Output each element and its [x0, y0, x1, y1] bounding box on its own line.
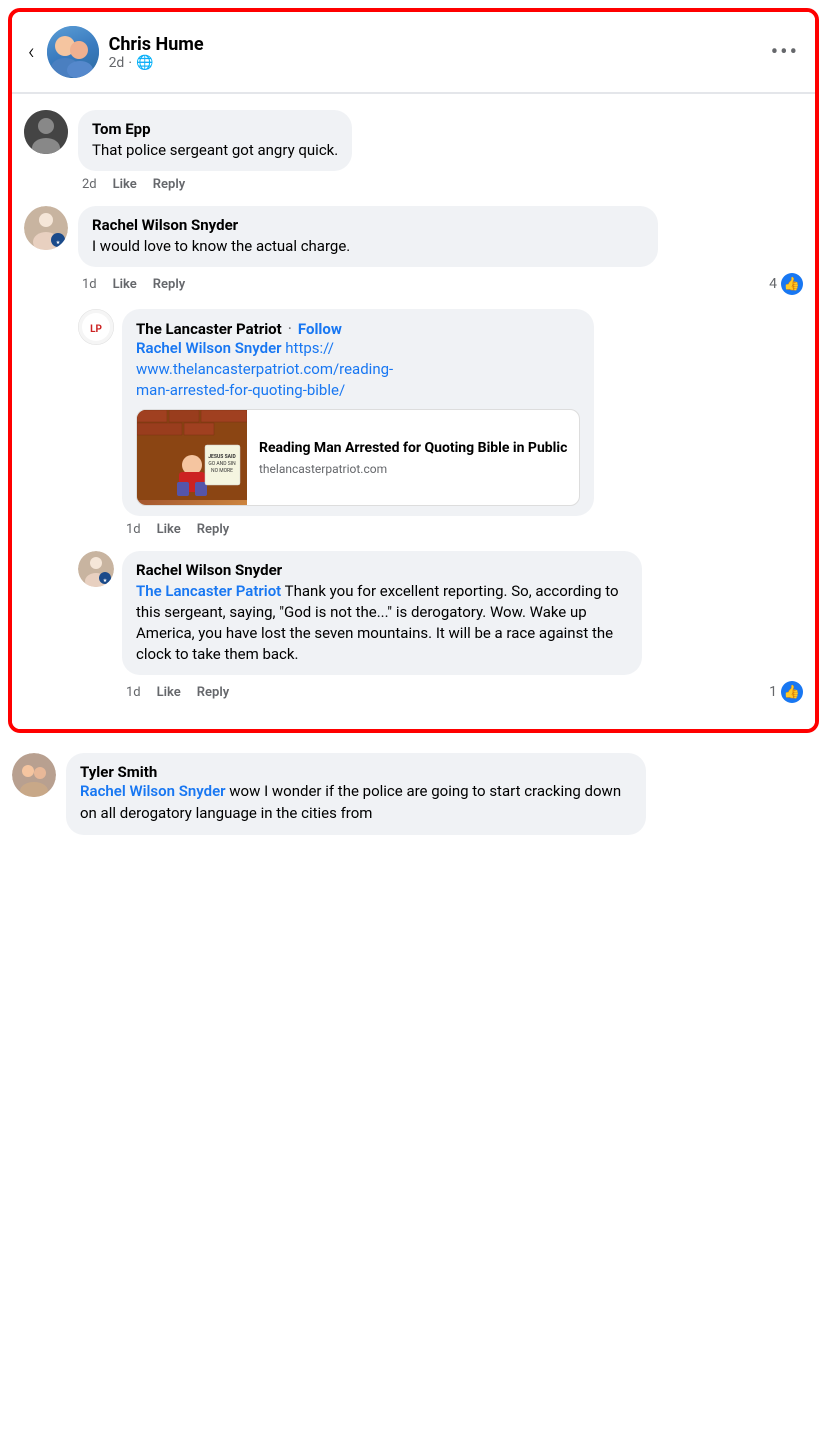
- comment-actions: 2d Like Reply: [78, 177, 352, 192]
- comment-bubble: Tom Epp That police sergeant got angry q…: [78, 110, 352, 171]
- comment-author: Rachel Wilson Snyder: [136, 561, 628, 579]
- header-info: Chris Hume 2d · 🌐: [109, 34, 771, 71]
- comment-time: 1d: [126, 685, 141, 700]
- like-button[interactable]: Like: [157, 685, 181, 700]
- comment-author: Tom Epp: [92, 120, 338, 138]
- comment-bubble: Tyler Smith Rachel Wilson Snyder wow I w…: [66, 753, 646, 835]
- comment-author: Tyler Smith: [80, 763, 632, 781]
- comment-author: The Lancaster Patriot: [136, 320, 282, 338]
- post-meta: 2d · 🌐: [109, 55, 771, 71]
- comment-bubble: Rachel Wilson Snyder The Lancaster Patri…: [122, 551, 642, 675]
- lancaster-patriot-avatar-icon: LP: [78, 309, 114, 345]
- tom-epp-avatar-icon: [24, 110, 68, 154]
- post-time: 2d: [109, 55, 125, 71]
- reply-button[interactable]: Reply: [197, 522, 229, 537]
- comment-actions: 1d Like Reply: [122, 522, 594, 537]
- meta-separator: ·: [128, 55, 132, 71]
- comment-bubble: The Lancaster Patriot · Follow Rachel Wi…: [122, 309, 594, 516]
- article-title: Reading Man Arrested for Quoting Bible i…: [259, 439, 567, 457]
- comment-actions: 1d Like Reply 1 👍: [122, 681, 803, 703]
- svg-text:JESUS SAID: JESUS SAID: [208, 454, 236, 460]
- avatar: [47, 26, 99, 78]
- reply-button[interactable]: Reply: [153, 177, 185, 192]
- comment-link-text: Rachel Wilson Snyder https://www.thelanc…: [136, 338, 580, 401]
- comments-area: Tom Epp That police sergeant got angry q…: [12, 98, 815, 729]
- globe-icon: 🌐: [136, 55, 153, 71]
- comment-time: 2d: [82, 177, 97, 192]
- comment-text: That police sergeant got angry quick.: [92, 140, 338, 161]
- comment-lancaster: LP The Lancaster Patriot · Follow Rachel…: [78, 309, 803, 537]
- mention-name: Rachel Wilson Snyder: [80, 782, 226, 800]
- like-button[interactable]: Like: [113, 277, 137, 292]
- nested-reply-lp: LP The Lancaster Patriot · Follow Rachel…: [78, 309, 803, 537]
- comment-actions: 1d Like Reply 4 👍: [78, 273, 803, 295]
- comment-tom-epp: Tom Epp That police sergeant got angry q…: [24, 110, 803, 192]
- mention-name: Rachel Wilson Snyder: [136, 339, 282, 357]
- reaction-count: 4 👍: [769, 273, 803, 295]
- mention-name: The Lancaster Patriot: [136, 582, 281, 600]
- article-preview[interactable]: JESUS SAID GO AND SIN NO MORE Reading Ma…: [136, 409, 580, 506]
- article-image-icon: JESUS SAID GO AND SIN NO MORE: [137, 410, 247, 500]
- bottom-comments-section: Tyler Smith Rachel Wilson Snyder wow I w…: [0, 741, 827, 835]
- reaction-number: 4: [769, 276, 777, 292]
- avatar: LP: [78, 309, 114, 345]
- svg-text:GO AND SIN: GO AND SIN: [208, 461, 236, 467]
- reply-button[interactable]: Reply: [153, 277, 185, 292]
- tyler-avatar-icon: [12, 753, 56, 797]
- svg-text:★: ★: [56, 240, 61, 246]
- avatar: ★: [78, 551, 114, 587]
- comment-tyler: Tyler Smith Rachel Wilson Snyder wow I w…: [12, 753, 815, 835]
- comment-rachel-2: ★ Rachel Wilson Snyder The Lancaster Pat…: [78, 551, 803, 703]
- svg-text:★: ★: [103, 578, 108, 584]
- comment-rachel-1: ★ Rachel Wilson Snyder I would love to k…: [24, 206, 803, 295]
- comment-text: Rachel Wilson Snyder wow I wonder if the…: [80, 781, 632, 825]
- article-thumbnail: JESUS SAID GO AND SIN NO MORE: [137, 410, 247, 505]
- svg-text:LP: LP: [90, 324, 102, 335]
- reply-button[interactable]: Reply: [197, 685, 229, 700]
- back-button[interactable]: ‹: [28, 40, 35, 65]
- like-icon: 👍: [781, 681, 803, 703]
- reaction-count: 1 👍: [769, 681, 803, 703]
- lp-header: The Lancaster Patriot · Follow: [136, 319, 580, 338]
- like-button[interactable]: Like: [157, 522, 181, 537]
- svg-text:NO MORE: NO MORE: [211, 468, 233, 474]
- poster-name: Chris Hume: [109, 34, 771, 55]
- article-info: Reading Man Arrested for Quoting Bible i…: [247, 410, 579, 505]
- comment-bubble: Rachel Wilson Snyder I would love to kno…: [78, 206, 658, 267]
- rachel-avatar-icon: ★: [24, 206, 68, 250]
- more-options-button[interactable]: •••: [771, 40, 799, 65]
- nested-reply-rachel: ★ Rachel Wilson Snyder The Lancaster Pat…: [78, 551, 803, 703]
- like-icon: 👍: [781, 273, 803, 295]
- comment-time: 1d: [82, 277, 97, 292]
- comment-text: I would love to know the actual charge.: [92, 236, 644, 257]
- comment-author: Rachel Wilson Snyder: [92, 216, 644, 234]
- comment-text: The Lancaster Patriot Thank you for exce…: [136, 581, 628, 665]
- rachel-avatar2-icon: ★: [78, 551, 114, 587]
- post-header: ‹ Chris Hume 2d · 🌐: [12, 12, 815, 93]
- avatar: ★: [24, 206, 68, 250]
- article-source: thelancasterpatriot.com: [259, 462, 567, 476]
- dot-separator: ·: [288, 319, 292, 338]
- avatar: [12, 753, 56, 797]
- reaction-number: 1: [769, 684, 777, 700]
- comment-time: 1d: [126, 522, 141, 537]
- follow-button[interactable]: Follow: [298, 320, 342, 338]
- profile-photo-icon: [47, 26, 99, 78]
- like-button[interactable]: Like: [113, 177, 137, 192]
- avatar: [24, 110, 68, 154]
